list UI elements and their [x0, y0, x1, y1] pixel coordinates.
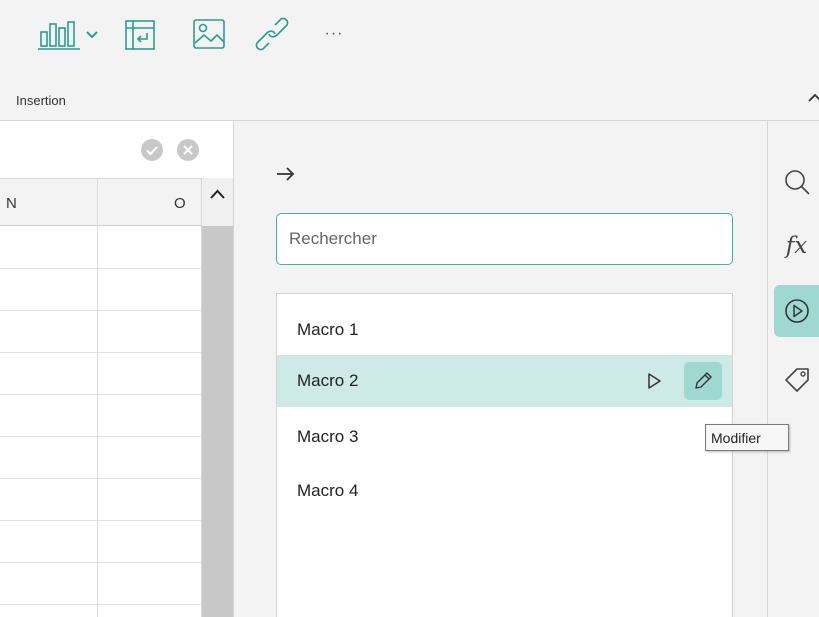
- insert-chart-button[interactable]: [30, 14, 105, 54]
- macro-label: Macro 4: [297, 481, 359, 500]
- row-line: [0, 478, 201, 479]
- more-options-button[interactable]: ···: [318, 20, 350, 48]
- insert-image-button[interactable]: [188, 14, 230, 54]
- row-line: [0, 436, 201, 437]
- scroll-up-button[interactable]: [202, 178, 233, 226]
- macro-label: Macro 1: [297, 320, 359, 339]
- macro-list: Macro 1 Macro 2 Macro 3 Macro 4: [276, 293, 733, 617]
- collapse-ribbon-button[interactable]: [808, 88, 819, 108]
- row-line: [0, 520, 201, 521]
- function-icon: fx: [785, 233, 808, 259]
- sidebar-macros-button[interactable]: [774, 285, 819, 337]
- row-line: [0, 604, 201, 605]
- edit-macro-button[interactable]: [684, 362, 722, 400]
- sidebar-tags-button[interactable]: [774, 352, 819, 404]
- list-item-selected[interactable]: Macro 2: [277, 355, 732, 407]
- search-input[interactable]: [276, 213, 733, 265]
- row-line: [0, 562, 201, 563]
- play-icon: [648, 373, 661, 389]
- macro-play-icon: [784, 299, 809, 323]
- column-header-n[interactable]: N: [6, 179, 17, 227]
- link-icon: [255, 17, 289, 51]
- sidebar-functions-button[interactable]: fx: [774, 220, 819, 272]
- column-header-o[interactable]: O: [174, 179, 186, 227]
- pencil-icon: [695, 372, 712, 389]
- arrow-right-icon: [277, 167, 295, 181]
- row-line: [0, 394, 201, 395]
- pivot-table-icon: [125, 20, 155, 50]
- chart-icon: [37, 21, 80, 50]
- collapse-ribbon-icon: [808, 93, 819, 102]
- run-macro-button[interactable]: [642, 369, 666, 393]
- cancel-edit-button[interactable]: [177, 139, 199, 161]
- tag-icon: [784, 368, 809, 392]
- more-icon: ···: [324, 25, 344, 42]
- confirm-edit-button[interactable]: [141, 139, 163, 161]
- macro-label: Macro 2: [297, 371, 359, 390]
- scrollbar-thumb[interactable]: [202, 226, 233, 617]
- ribbon-group-label: Insertion: [16, 93, 66, 108]
- list-item[interactable]: Macro 4: [277, 465, 732, 517]
- sidebar-search-button[interactable]: [774, 156, 819, 208]
- chevron-down-icon: [85, 31, 98, 39]
- tooltip: Modifier: [705, 424, 789, 451]
- macro-label: Macro 3: [297, 427, 359, 446]
- chevron-up-icon: [210, 189, 225, 199]
- cancel-icon: [183, 145, 193, 155]
- column-header-row: N O: [0, 178, 201, 226]
- image-icon: [193, 19, 225, 49]
- row-line: [0, 310, 201, 311]
- close-panel-button[interactable]: [272, 160, 304, 188]
- row-line: [0, 352, 201, 353]
- check-icon: [146, 146, 158, 156]
- search-icon: [784, 170, 810, 195]
- column-divider: [97, 178, 98, 617]
- list-item[interactable]: Macro 1: [277, 304, 732, 356]
- insert-pivot-table-button[interactable]: [120, 15, 160, 55]
- list-item[interactable]: Macro 3: [277, 411, 732, 463]
- row-line: [0, 268, 201, 269]
- insert-link-button[interactable]: [252, 14, 292, 54]
- vertical-scrollbar[interactable]: [201, 178, 233, 617]
